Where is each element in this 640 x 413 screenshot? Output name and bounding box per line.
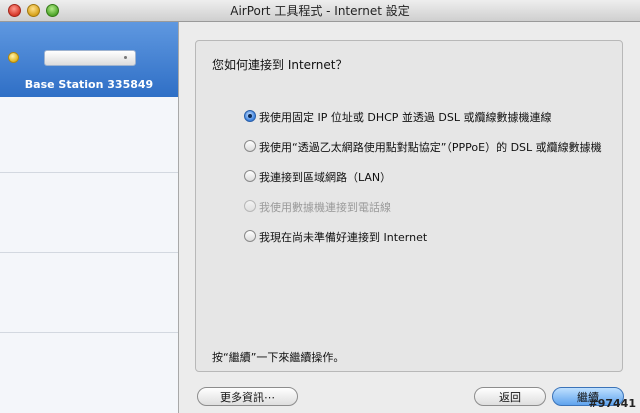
airport-utility-window: AirPort 工具程式 - Internet 設定 Base Station … bbox=[0, 0, 640, 413]
radio-selected-icon[interactable] bbox=[244, 110, 256, 122]
watermark-text: #97441 bbox=[588, 397, 637, 410]
base-station-name: Base Station 335849 bbox=[24, 78, 154, 91]
radio-icon[interactable] bbox=[244, 140, 256, 152]
internet-setup-panel: 您如何連接到 Internet？ 我使用固定 IP 位址或 DHCP 並透過 D… bbox=[195, 40, 623, 372]
question-heading: 您如何連接到 Internet？ bbox=[212, 58, 348, 72]
title-bar: AirPort 工具程式 - Internet 設定 bbox=[0, 0, 640, 22]
radio-icon[interactable] bbox=[244, 230, 256, 242]
device-led bbox=[124, 56, 127, 59]
option-label: 我使用數據機連接到電話線 bbox=[259, 201, 391, 214]
base-station-device-icon bbox=[44, 50, 136, 66]
radio-icon[interactable] bbox=[244, 170, 256, 182]
status-indicator-icon bbox=[8, 52, 19, 63]
sidebar-empty-row bbox=[0, 173, 178, 253]
radio-disabled-icon bbox=[244, 200, 256, 212]
continue-hint: 按“繼續”一下來繼續操作。 bbox=[212, 351, 345, 364]
option-label: 我使用“透過乙太網路使用點對點協定”（PPPoE）的 DSL 或纜線數據機 bbox=[259, 141, 602, 154]
base-station-list-item[interactable]: Base Station 335849 bbox=[0, 22, 178, 97]
window-title: AirPort 工具程式 - Internet 設定 bbox=[230, 4, 410, 18]
sidebar-empty-row bbox=[0, 97, 178, 173]
option-label: 我使用固定 IP 位址或 DHCP 並透過 DSL 或纜線數據機連線 bbox=[259, 111, 552, 124]
sidebar-empty-row bbox=[0, 253, 178, 333]
more-info-button[interactable]: 更多資訊⋯ bbox=[197, 387, 298, 406]
option-label: 我連接到區域網路（LAN） bbox=[259, 171, 392, 184]
option-label: 我現在尚未準備好連接到 Internet bbox=[259, 231, 428, 244]
base-station-sidebar: Base Station 335849 bbox=[0, 22, 179, 413]
back-button[interactable]: 返回 bbox=[474, 387, 546, 406]
